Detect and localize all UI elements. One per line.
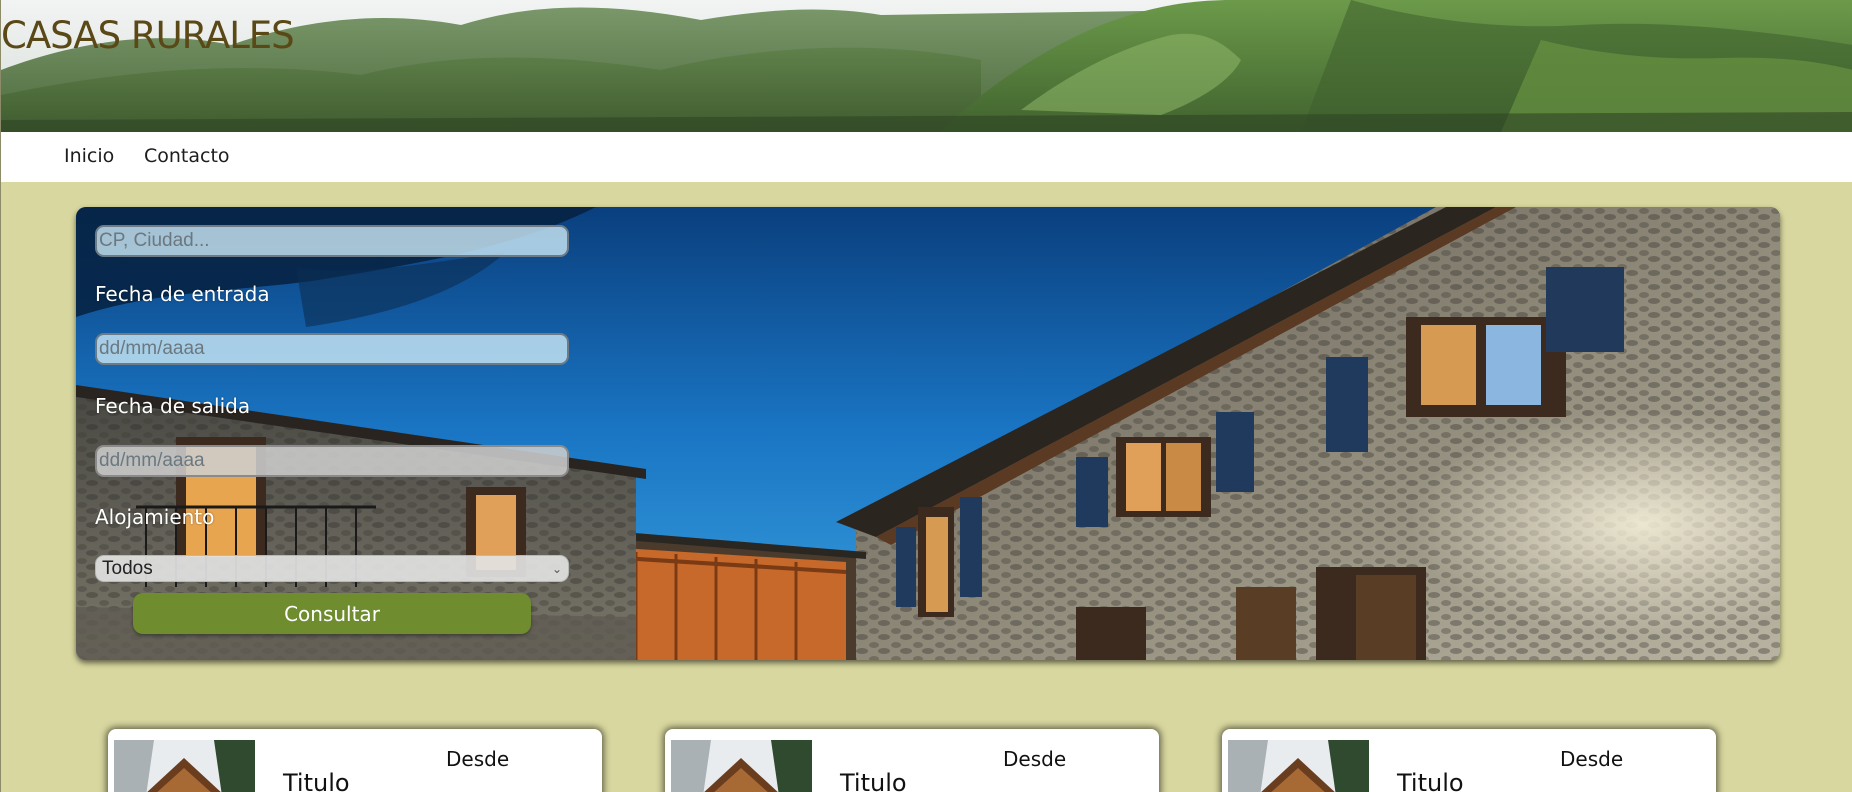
card-title: Titulo	[283, 769, 350, 792]
site-title[interactable]: CASAS RURALES	[1, 14, 295, 57]
nav-link-contacto[interactable]: Contacto	[144, 145, 230, 167]
card-price-prefix: Desde	[446, 747, 510, 771]
chevron-down-icon: ⌄	[551, 561, 562, 576]
card-price-prefix: Desde	[1003, 747, 1067, 771]
card-house-image	[1228, 740, 1369, 792]
checkout-date-input[interactable]	[95, 445, 569, 477]
card-house-image	[671, 740, 812, 792]
nav-link-inicio[interactable]: Inicio	[64, 145, 114, 167]
main-nav: Inicio Contacto	[1, 132, 1852, 182]
checkin-date-input[interactable]	[95, 333, 569, 365]
site-header: CASAS RURALES	[1, 0, 1852, 132]
consultar-button[interactable]: Consultar	[133, 593, 531, 634]
checkout-label: Fecha de salida	[95, 394, 251, 418]
location-search-input[interactable]	[95, 225, 569, 257]
accommodation-label: Alojamiento	[95, 505, 215, 529]
accommodation-selected-value: Todos	[102, 557, 153, 579]
card-title: Titulo	[840, 769, 907, 792]
property-card[interactable]: Titulo Desde	[108, 729, 602, 792]
checkin-label: Fecha de entrada	[95, 282, 270, 306]
card-house-image	[114, 740, 255, 792]
accommodation-select[interactable]: Todos ⌄	[95, 555, 569, 582]
property-card[interactable]: Titulo Desde	[665, 729, 1159, 792]
card-price-prefix: Desde	[1560, 747, 1624, 771]
card-title: Titulo	[1397, 769, 1464, 792]
property-card[interactable]: Titulo Desde	[1222, 729, 1716, 792]
